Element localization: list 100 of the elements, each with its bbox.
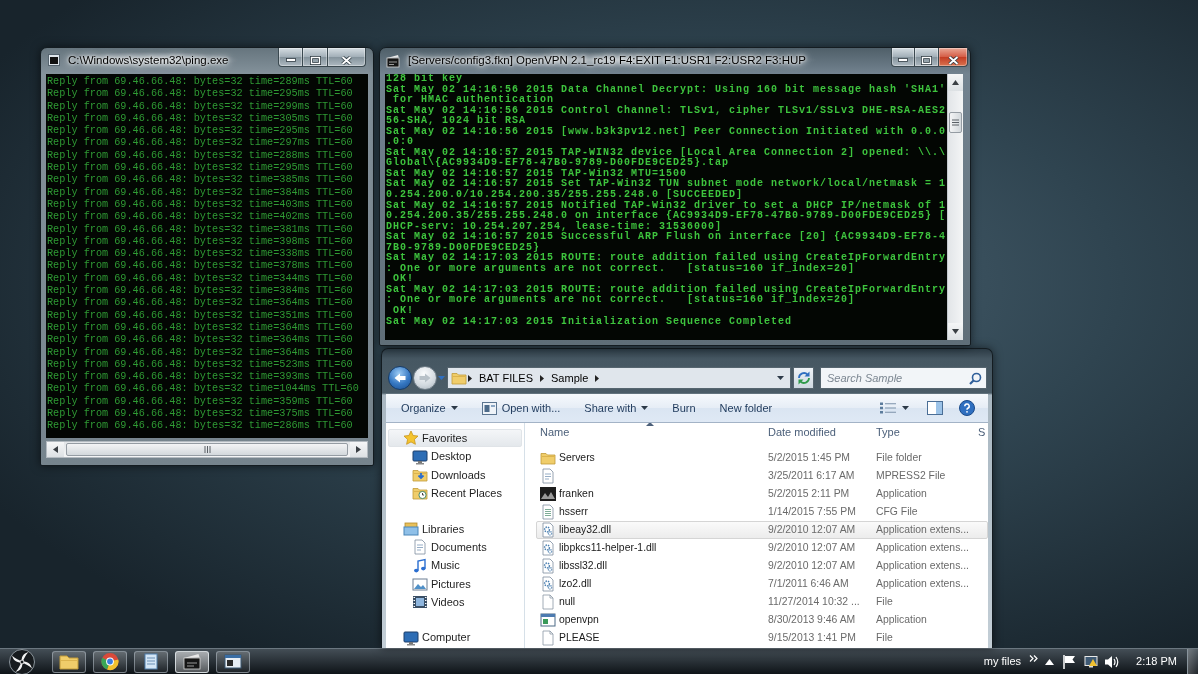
console-line: Reply from 69.46.66.48: bytes=32 time=364ms TTL=60 [47,334,354,347]
toolbar-button[interactable]: Burn [665,397,703,419]
refresh-button[interactable] [793,367,814,389]
taskbar-button[interactable] [134,650,168,673]
taskbar-button[interactable] [175,650,209,673]
document-icon [412,539,428,556]
scroll-up-button[interactable] [948,74,963,91]
scroll-thumb[interactable] [949,112,962,133]
console-line: Reply from 69.46.66.48: bytes=32 time=295ms TTL=60 [47,88,354,101]
file-row[interactable]: Servers 5/2/2015 1:45 PM File folder [536,449,988,467]
file-row[interactable]: franken 5/2/2015 2:11 PM Application [536,485,988,503]
sidebar-item[interactable]: Computer [388,628,522,647]
close-button[interactable] [328,48,366,67]
library-icon [403,520,419,537]
breadcrumb-arrow-icon[interactable] [468,374,472,382]
sidebar-item[interactable]: Pictures [388,574,522,594]
file-name: null [559,595,576,610]
toolbar-label[interactable]: my files [983,653,1022,670]
column-header[interactable]: Name [536,423,764,442]
right-arrow-icon [419,373,431,383]
column-header[interactable]: Type [872,423,975,442]
vertical-scrollbar[interactable] [947,74,963,340]
file-row[interactable]: hsserr 1/14/2015 7:55 PM CFG File [536,503,988,521]
file-name: franken [559,487,594,502]
console-line: Reply from 69.46.66.48: bytes=32 time=364ms TTL=60 [47,297,354,310]
sidebar-item[interactable]: Videos [388,593,522,612]
file-row[interactable]: lzo2.dll 7/1/2011 6:46 AM Application extens... [536,575,988,593]
sidebar-item[interactable]: Recent Places [388,484,522,503]
start-button[interactable] [8,648,36,674]
caret-icon [902,406,909,410]
search-field[interactable]: Search Sample [820,367,987,389]
horizontal-scrollbar[interactable] [46,441,368,458]
sidebar-item[interactable]: Desktop [388,447,522,466]
console-line: Reply from 69.46.66.48: bytes=32 time=295ms TTL=60 [47,162,354,174]
back-button[interactable] [388,366,412,390]
sidebar-item[interactable]: Favorites [388,429,522,448]
menu-button[interactable]: Share with [577,397,656,419]
console-line: Reply from 69.46.66.48: bytes=32 time=378ms TTL=60 [47,260,354,273]
show-desktop-button[interactable] [1187,648,1198,674]
folder-icon [540,450,556,466]
console-line: Sat May 02 14:16:57 2015 Notified TAP-Win32 driver to set a DHCP IP/netmask of 1 [386,200,947,211]
taskbar-button[interactable] [216,650,250,673]
folder-icon [59,652,79,671]
scroll-right-button[interactable] [350,442,367,457]
file-name: Servers [559,451,595,466]
file-row[interactable]: null 11/27/2014 10:32 ... File [536,593,988,611]
breadcrumb-item[interactable]: Sample [545,371,595,385]
minimize-button[interactable] [278,48,303,67]
file-row[interactable]: libpkcs11-helper-1.dll 9/2/2010 12:07 AM Application extens... [536,539,988,557]
speaker-icon[interactable] [1104,654,1120,669]
minimize-button[interactable] [891,48,915,67]
window-icon [540,612,556,628]
maximize-button[interactable] [915,48,939,67]
console-line: Sat May 02 14:16:57 2015 Set TAP-Win32 TUN subnet mode network/local/netmask = 1 [386,179,947,190]
console-line: Sat May 02 14:16:57 2015 TAP-WIN32 device [Local Area Connection 2] opened: \\.\ [386,147,947,158]
console-line: Reply from 69.46.66.48: bytes=32 time=351ms TTL=60 [47,309,354,322]
search-icon[interactable] [969,372,982,385]
console-line: Reply from 69.46.66.48: bytes=32 time=384ms TTL=60 [47,285,354,297]
music-note-icon [412,557,428,574]
file-name: PLEASE [559,631,600,646]
taskbar-button[interactable] [52,650,86,673]
breadcrumb-arrow-icon[interactable] [595,374,600,382]
file-type: File [876,596,893,608]
clapperboard-icon [182,652,202,671]
maximize-button[interactable] [303,48,328,67]
file-row[interactable]: 3/25/2011 6:17 AM MPRESS2 File [536,467,988,485]
sidebar-item[interactable]: Libraries [388,519,522,538]
file-row[interactable]: PLEASE 9/15/2013 1:41 PM File [536,629,988,647]
sidebar-item[interactable]: Downloads [388,465,522,485]
column-header[interactable]: Date modified [764,423,872,442]
menu-button[interactable]: Organize [394,397,465,419]
scroll-down-button[interactable] [948,323,963,340]
clock: 2:18 PM [1136,654,1177,670]
console-line: Global\{AC9934D9-EF78-47B0-9789-D00FDE9CED25}.tap [386,158,731,169]
breadcrumb-item[interactable]: BAT FILES [473,371,539,385]
caret-icon[interactable] [777,376,784,380]
column-header[interactable]: S [975,423,988,442]
toolbar-button[interactable]: Open with... [474,397,568,419]
taskbar-button[interactable] [93,650,127,673]
scroll-left-button[interactable] [47,442,64,457]
sidebar-item[interactable]: Documents [388,537,522,557]
file-row[interactable]: libeay32.dll 9/2/2010 12:07 AM Application extens... [536,521,988,539]
scroll-thumb[interactable] [66,443,348,456]
up-arrow-icon[interactable] [1045,658,1055,665]
monitor-icon[interactable] [1084,654,1099,669]
maximize-icon [921,55,932,65]
clapperboard-icon [386,54,400,68]
file-row[interactable]: openvpn 8/30/2013 9:46 AM Application [536,611,988,629]
address-bar[interactable]: BAT FILES Sample [447,367,791,389]
close-button[interactable] [939,48,968,67]
file-row[interactable]: libssl32.dll 9/2/2010 12:07 AM Application extens... [536,557,988,575]
breadcrumb-arrow-icon[interactable] [540,374,544,382]
film-icon [412,594,428,611]
console-line: Sat May 02 14:16:56 2015 [www.b3k3pv12.net] Peer Connection Initiated with 0.0.0 [386,126,947,137]
chevron-icon[interactable] [1029,654,1039,662]
flag-icon[interactable] [1062,654,1077,669]
console-line: 128 bit key [386,74,464,85]
console-line: Reply from 69.46.66.48: bytes=32 time=364ms TTL=60 [47,321,354,334]
toolbar-button[interactable]: New folder [712,397,780,419]
sidebar-item[interactable]: Music [388,556,522,575]
